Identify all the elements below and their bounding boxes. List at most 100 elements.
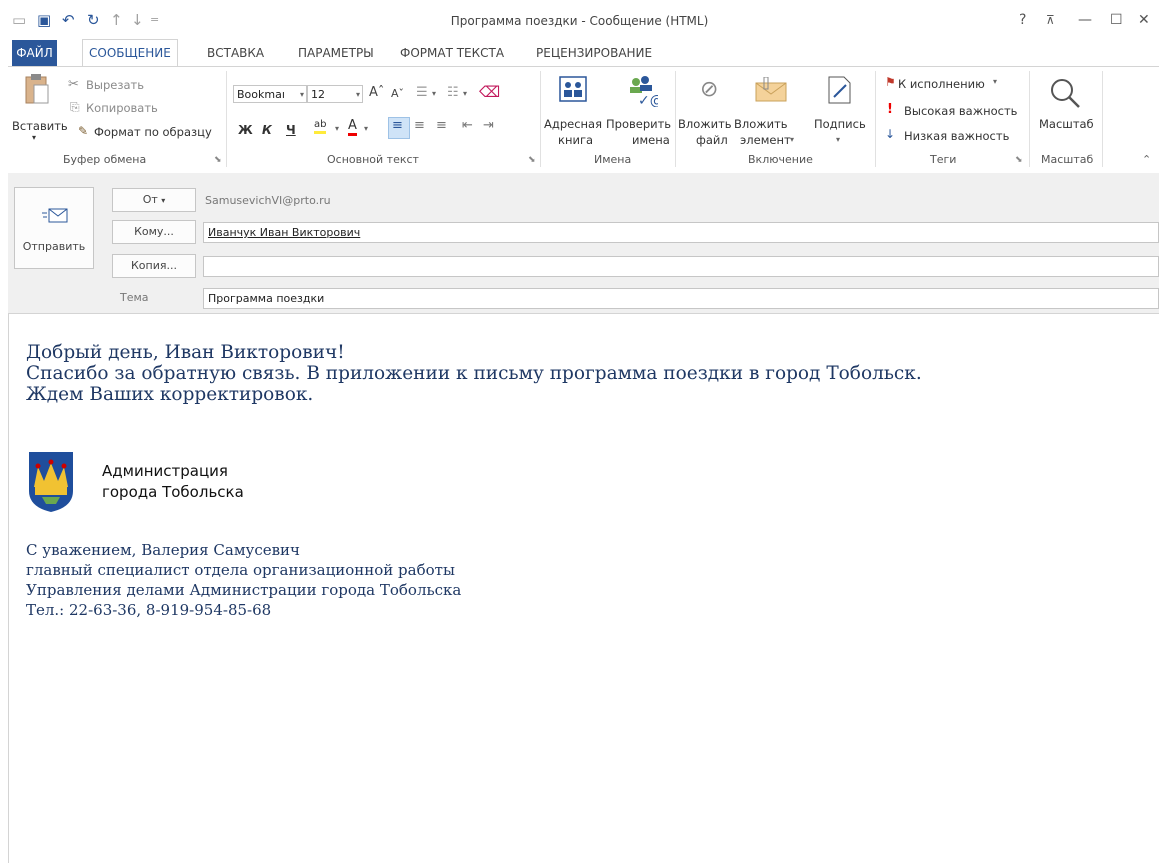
names-group-label: Имена xyxy=(594,153,632,166)
font-size-combo[interactable]: 12 ▾ xyxy=(307,85,363,103)
cut-button[interactable]: Вырезать xyxy=(86,78,144,92)
subject-label: Тема xyxy=(120,291,149,304)
signature-button[interactable]: Подпись ▾ xyxy=(810,71,870,151)
signature-line-department: Управления делами Администрации города Т… xyxy=(26,581,462,599)
tab-options[interactable]: ПАРАМЕТРЫ xyxy=(292,40,380,66)
signature-line-phone: Тел.: 22-63-36, 8-919-954-85-68 xyxy=(26,601,272,619)
attach-item-button[interactable]: Вложить элемент ▾ xyxy=(734,71,796,151)
underline-button[interactable]: Ч xyxy=(286,123,296,137)
chevron-down-icon[interactable]: ▾ xyxy=(364,124,368,133)
chevron-down-icon[interactable]: ▾ xyxy=(432,89,436,98)
group-separator xyxy=(875,71,876,167)
high-importance-button[interactable]: Высокая важность xyxy=(904,104,1017,118)
check-names-label-1: Проверить xyxy=(606,117,672,131)
zoom-button[interactable]: Масштаб xyxy=(1033,71,1099,151)
align-center-icon[interactable]: ≡ xyxy=(414,118,425,133)
paste-dropdown-icon[interactable]: ▾ xyxy=(32,133,36,142)
attach-item-label-2: элемент xyxy=(740,133,791,147)
attach-file-button[interactable]: ⊘ Вложить файл xyxy=(676,71,734,151)
envelope-icon xyxy=(755,77,787,102)
minimize-button[interactable]: — xyxy=(1078,12,1092,28)
tab-format-text[interactable]: ФОРМАТ ТЕКСТА xyxy=(394,40,510,66)
chevron-down-icon[interactable]: ▾ xyxy=(335,124,339,133)
chevron-down-icon[interactable]: ▾ xyxy=(463,89,467,98)
align-left-icon: ≡ xyxy=(392,118,403,133)
bullets-icon[interactable]: ☰ xyxy=(416,85,428,100)
format-painter-icon: ✎ xyxy=(78,124,89,138)
paperclip-icon: ⊘ xyxy=(700,77,719,102)
window-title: Программа поездки - Сообщение (HTML) xyxy=(450,14,709,28)
highlight-icon[interactable]: ab xyxy=(314,119,327,134)
numbering-icon[interactable]: ☷ xyxy=(447,85,459,100)
tab-message[interactable]: СООБЩЕНИЕ xyxy=(82,39,178,67)
check-names-label-2: имена xyxy=(632,133,670,147)
magnifier-icon xyxy=(1051,79,1080,108)
decrease-indent-icon[interactable]: ⇤ xyxy=(462,118,473,133)
cc-field[interactable] xyxy=(203,256,1159,277)
message-header: Отправить От ▾ SamusevichVI@prto.ru Кому… xyxy=(8,173,1159,313)
chevron-down-icon[interactable]: ▾ xyxy=(993,77,997,86)
help-button[interactable]: ? xyxy=(1019,12,1026,28)
from-address: SamusevichVI@prto.ru xyxy=(205,194,331,207)
grow-font-icon[interactable]: Aˆ xyxy=(369,85,384,100)
body-line-thanks: Спасибо за обратную связь. В приложении … xyxy=(26,363,922,384)
group-separator xyxy=(1102,71,1103,167)
clipboard-launcher-icon[interactable]: ⬊ xyxy=(214,155,222,165)
send-button[interactable]: Отправить xyxy=(14,187,94,269)
maximize-button[interactable]: ☐ xyxy=(1110,12,1123,28)
collapse-ribbon-icon[interactable]: ⌃ xyxy=(1142,153,1151,166)
chevron-down-icon: ▾ xyxy=(836,135,841,144)
body-line-greeting: Добрый день, Иван Викторович! xyxy=(26,342,345,363)
check-names-button[interactable]: ✓@ Проверить имена xyxy=(606,71,672,151)
check-names-icon: ✓@ xyxy=(630,76,658,107)
bold-button[interactable]: Ж xyxy=(238,123,253,137)
chevron-down-icon: ▾ xyxy=(790,135,795,144)
svg-text:✓@: ✓@ xyxy=(638,93,658,107)
ribbon-display-options-button[interactable]: ⊼ xyxy=(1046,12,1055,28)
subject-field[interactable]: Программа поездки xyxy=(203,288,1159,309)
tags-launcher-icon[interactable]: ⬊ xyxy=(1015,155,1023,165)
attach-file-label-1: Вложить xyxy=(678,117,732,131)
tags-group-label: Теги xyxy=(930,153,957,166)
font-name-value: Bookmaı xyxy=(237,88,285,101)
to-field[interactable]: Иванчук Иван Викторович xyxy=(203,222,1159,243)
chevron-down-icon: ▾ xyxy=(355,90,360,99)
basic-text-launcher-icon[interactable]: ⬊ xyxy=(528,155,536,165)
from-label: От xyxy=(142,193,158,206)
cut-icon: ✂ xyxy=(68,77,79,92)
tab-review[interactable]: РЕЦЕНЗИРОВАНИЕ xyxy=(530,40,658,66)
message-body[interactable]: Добрый день, Иван Викторович! Спасибо за… xyxy=(8,313,1159,863)
ribbon: Вставить ▾ ✂ Вырезать ⎘ Копировать ✎ Фор… xyxy=(8,66,1159,174)
from-button[interactable]: От ▾ xyxy=(112,188,196,212)
tab-file[interactable]: ФАЙЛ xyxy=(12,40,57,66)
italic-button[interactable]: К xyxy=(262,123,272,137)
zoom-label: Масштаб xyxy=(1039,117,1094,131)
cc-button[interactable]: Копия... xyxy=(112,254,196,278)
send-icon xyxy=(42,208,68,223)
font-color-icon[interactable]: A xyxy=(348,119,357,136)
zoom-group-label: Масштаб xyxy=(1041,153,1094,166)
group-separator xyxy=(540,71,541,167)
follow-up-button[interactable]: К исполнению xyxy=(898,77,985,91)
body-line-await: Ждем Ваших корректировок. xyxy=(26,384,314,405)
to-button[interactable]: Кому... xyxy=(112,220,196,244)
shrink-font-icon[interactable]: Aˇ xyxy=(391,87,404,100)
tab-insert[interactable]: ВСТАВКА xyxy=(201,40,270,66)
align-right-icon[interactable]: ≡ xyxy=(436,118,447,133)
copy-button[interactable]: Копировать xyxy=(86,101,158,115)
low-importance-button[interactable]: Низкая важность xyxy=(904,129,1009,143)
signature-icon xyxy=(828,76,851,104)
attach-item-label-1: Вложить xyxy=(734,117,788,131)
group-separator xyxy=(1029,71,1030,167)
increase-indent-icon[interactable]: ⇥ xyxy=(483,118,494,133)
paste-button[interactable]: Вставить ▾ xyxy=(10,71,68,147)
font-name-combo[interactable]: Bookmaı ▾ xyxy=(233,85,307,103)
flag-icon: ⚑ xyxy=(885,75,896,89)
address-book-label-1: Адресная xyxy=(544,117,602,131)
clear-formatting-icon[interactable]: ⌫ xyxy=(479,83,500,101)
address-book-button[interactable]: Адресная книга xyxy=(544,71,604,151)
close-button[interactable]: ✕ xyxy=(1138,12,1150,28)
send-label: Отправить xyxy=(22,240,86,253)
to-recipient[interactable]: Иванчук Иван Викторович xyxy=(208,226,360,239)
format-painter-button[interactable]: Формат по образцу xyxy=(94,125,212,139)
